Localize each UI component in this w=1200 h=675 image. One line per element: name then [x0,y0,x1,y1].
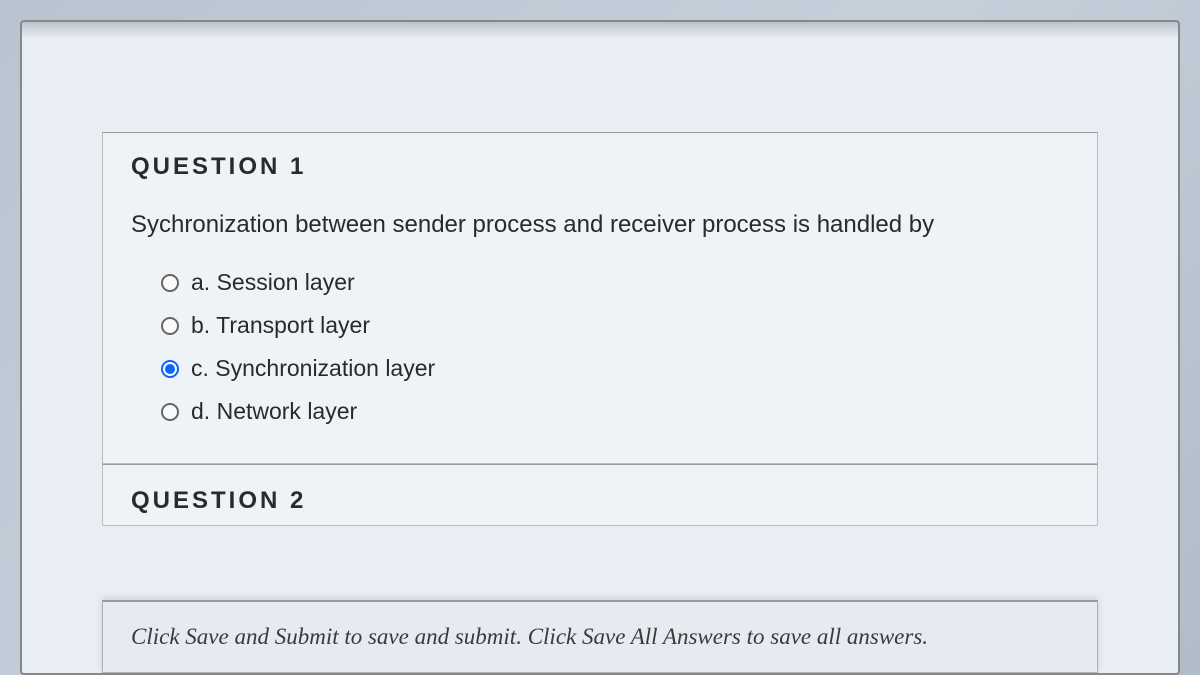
option-c-text: Synchronization layer [215,355,435,381]
option-c-radio[interactable] [161,360,179,378]
option-a-radio[interactable] [161,274,179,292]
option-b-row[interactable]: b. Transport layer [161,304,1069,347]
question-2-header: QUESTION 2 [103,465,1097,525]
option-b-text: Transport layer [216,312,370,338]
option-c-letter: c. [191,355,209,381]
option-c-row[interactable]: c. Synchronization layer [161,347,1069,390]
option-a-letter: a. [191,269,210,295]
question-2-title: QUESTION 2 [131,487,1069,515]
question-1-header: QUESTION 1 [103,133,1097,189]
question-1-body: Sychronization between sender process an… [103,189,1097,463]
option-a-text: Session layer [217,269,355,295]
option-a-row[interactable]: a. Session layer [161,261,1069,304]
option-d-letter: d. [191,398,210,424]
question-1-title: QUESTION 1 [131,153,1069,181]
question-1-prompt: Sychronization between sender process an… [131,207,1069,243]
option-b-letter: b. [191,312,210,338]
option-d-row[interactable]: d. Network layer [161,390,1069,433]
question-1-options: a. Session layer b. Transport layer [131,261,1069,433]
option-d-label[interactable]: d. Network layer [191,398,357,425]
scroll-area[interactable]: QUESTION 1 Sychronization between sender… [22,22,1178,673]
option-a-label[interactable]: a. Session layer [191,269,355,296]
question-2-block: QUESTION 2 [102,464,1098,526]
question-1-block: QUESTION 1 Sychronization between sender… [102,132,1098,464]
footer-bar: Click Save and Submit to save and submit… [102,600,1098,673]
quiz-frame: QUESTION 1 Sychronization between sender… [20,20,1180,675]
option-b-label[interactable]: b. Transport layer [191,312,370,339]
option-d-text: Network layer [217,398,358,424]
footer-hint: Click Save and Submit to save and submit… [131,624,1069,650]
option-d-radio[interactable] [161,403,179,421]
option-b-radio[interactable] [161,317,179,335]
option-c-label[interactable]: c. Synchronization layer [191,355,435,382]
